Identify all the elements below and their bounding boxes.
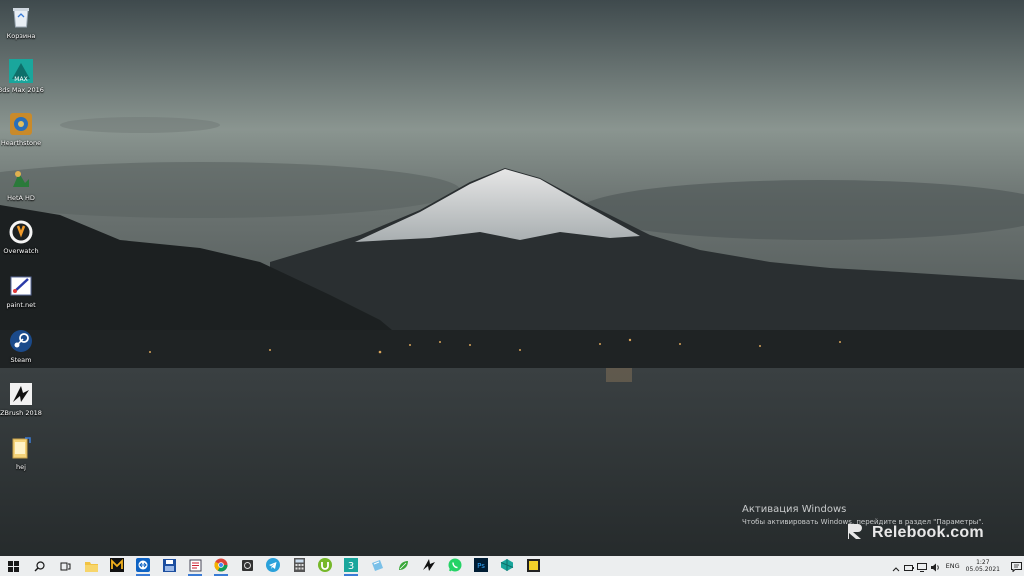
taskbar-notes-app[interactable] xyxy=(182,556,208,576)
clock-time: 1:27 xyxy=(976,559,990,566)
desktop-icon-3ds-max[interactable]: MAX 3ds Max 2016 xyxy=(0,58,44,94)
system-tray: ENG 1:27 05.05.2021 xyxy=(890,556,1024,576)
overwatch-icon xyxy=(8,219,34,245)
save-disk-icon xyxy=(162,557,176,576)
notes-app-icon xyxy=(189,557,202,576)
3ds-max-icon: MAX xyxy=(8,58,34,84)
taskbar-zbrush[interactable] xyxy=(416,556,442,576)
desktop-icon-zbrush[interactable]: ZBrush 2018 xyxy=(0,381,42,417)
taskbar-notepad[interactable] xyxy=(364,556,390,576)
clock[interactable]: 1:27 05.05.2021 xyxy=(966,559,1000,573)
tray-battery[interactable] xyxy=(903,556,916,576)
svg-text:3: 3 xyxy=(348,561,354,572)
taskbar-calculator[interactable] xyxy=(286,556,312,576)
watermark-text: Relebook.com xyxy=(872,524,984,541)
desktop-icon-hearthstone[interactable]: Hearthstone xyxy=(0,111,42,147)
search-icon xyxy=(34,557,45,576)
3ds-max-taskbar-icon: 3 xyxy=(344,557,358,576)
chrome-icon xyxy=(214,557,228,576)
taskbar-save[interactable] xyxy=(156,556,182,576)
desktop-icon-overwatch[interactable]: Overwatch xyxy=(0,219,42,255)
hearthstone-icon xyxy=(8,111,34,137)
calculator-icon xyxy=(293,557,305,576)
sticky-notes-icon xyxy=(526,557,540,576)
folder-icon xyxy=(8,435,34,461)
taskbar-maya[interactable] xyxy=(104,556,130,576)
heta-hd-icon xyxy=(8,166,34,192)
network-icon xyxy=(917,557,928,576)
whatsapp-icon xyxy=(448,557,462,576)
svg-text:MAX: MAX xyxy=(14,76,27,83)
zbrush-icon xyxy=(8,381,34,407)
desktop-icon-hej[interactable]: hej xyxy=(0,435,42,471)
telegram-icon xyxy=(266,557,280,576)
paint-net-icon xyxy=(8,273,34,299)
taskbar-chrome[interactable] xyxy=(208,556,234,576)
taskbar-photoshop[interactable]: Ps xyxy=(468,556,494,576)
taskbar-unity[interactable] xyxy=(494,556,520,576)
desktop-icon-heta-hd[interactable]: HetA HD xyxy=(0,166,42,202)
taskbar-utorrent[interactable] xyxy=(312,556,338,576)
taskbar-telegram[interactable] xyxy=(260,556,286,576)
speaker-icon xyxy=(930,557,940,576)
steam-icon xyxy=(8,328,34,354)
green-app-icon xyxy=(397,557,410,576)
task-view-button[interactable] xyxy=(52,556,78,576)
svg-text:Ps: Ps xyxy=(477,562,485,570)
unity-icon xyxy=(500,557,514,576)
relebook-watermark: Relebook.com xyxy=(846,522,984,544)
show-hidden-icons-button[interactable] xyxy=(890,556,903,576)
language-indicator[interactable]: ENG xyxy=(946,562,960,570)
task-view-icon xyxy=(60,557,71,576)
battery-icon xyxy=(904,557,915,576)
maya-icon xyxy=(110,557,124,576)
taskbar: 3 Ps ENG 1:27 05.05.2021 xyxy=(0,556,1024,576)
chevron-up-icon xyxy=(892,557,900,576)
start-button[interactable] xyxy=(0,556,26,576)
file-explorer-icon xyxy=(84,557,98,576)
zbrush-taskbar-icon xyxy=(422,557,436,576)
taskbar-3ds-max[interactable]: 3 xyxy=(338,556,364,576)
notepad-icon xyxy=(371,557,384,576)
desktop-wallpaper xyxy=(0,0,1024,556)
activation-title: Активация Windows xyxy=(742,504,847,515)
windows-start-icon xyxy=(7,557,19,576)
taskbar-file-explorer[interactable] xyxy=(78,556,104,576)
taskbar-sticky-notes[interactable] xyxy=(520,556,546,576)
desktop-icon-steam[interactable]: Steam xyxy=(0,328,42,364)
tray-network[interactable] xyxy=(916,556,929,576)
search-button[interactable] xyxy=(26,556,52,576)
desktop-icon-recycle-bin[interactable]: Корзина xyxy=(0,4,42,40)
teamviewer-icon xyxy=(136,557,150,576)
utorrent-icon xyxy=(318,557,332,576)
relebook-logo-icon xyxy=(846,522,868,544)
photoshop-icon: Ps xyxy=(474,557,488,576)
clock-date: 05.05.2021 xyxy=(965,566,1000,573)
desktop-icon-paint-net[interactable]: paint.net xyxy=(0,273,42,309)
taskbar-whatsapp[interactable] xyxy=(442,556,468,576)
disk-utility-icon xyxy=(241,557,254,576)
taskbar-teamviewer[interactable] xyxy=(130,556,156,576)
action-center-button[interactable] xyxy=(1008,556,1024,576)
taskbar-disk-utility[interactable] xyxy=(234,556,260,576)
recycle-bin-icon xyxy=(8,4,34,30)
taskbar-green-app[interactable] xyxy=(390,556,416,576)
notification-icon xyxy=(1010,557,1022,576)
tray-volume[interactable] xyxy=(929,556,942,576)
